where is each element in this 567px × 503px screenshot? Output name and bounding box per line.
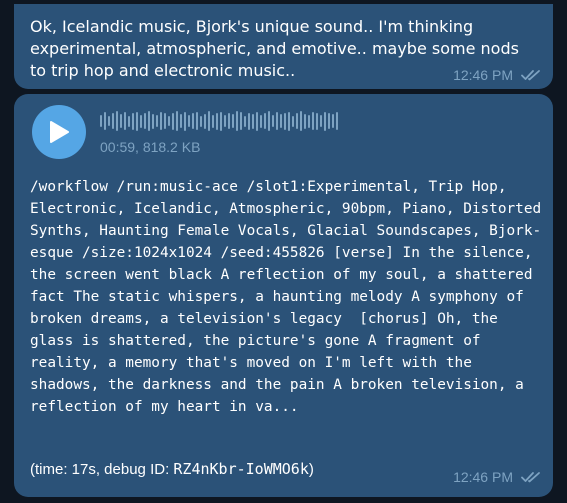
waveform-bar <box>260 114 262 128</box>
waveform-bar <box>176 111 178 131</box>
waveform-bar <box>272 115 274 127</box>
waveform-bar <box>240 112 242 130</box>
double-check-icon <box>521 471 541 483</box>
debug-prefix: (time: 17s, debug ID: <box>30 461 174 478</box>
waveform-bar <box>220 111 222 131</box>
waveform-bar <box>252 113 254 129</box>
waveform-bar <box>200 115 202 127</box>
waveform-bar <box>128 115 130 127</box>
debug-suffix: ) <box>308 461 314 478</box>
waveform-bar <box>332 114 334 128</box>
waveform-bar <box>152 113 154 129</box>
waveform-bar <box>324 111 326 131</box>
message-meta: 12:46 PM <box>453 469 541 485</box>
waveform-bar <box>168 116 170 126</box>
waveform-bar <box>264 113 266 129</box>
waveform-bar <box>312 112 314 130</box>
waveform-bar <box>316 112 318 130</box>
chat-area: Ok, Icelandic music, Bjork's unique soun… <box>0 0 567 503</box>
waveform-bar <box>112 113 114 129</box>
waveform-bar <box>148 111 150 131</box>
waveform-bar <box>108 116 110 126</box>
waveform-bar <box>244 115 246 127</box>
waveform-bar <box>288 111 290 131</box>
waveform-bar <box>204 113 206 129</box>
debug-info: (time: 17s, debug ID: RZ4nKbr-IoWMO6k) <box>30 460 314 478</box>
waveform-bar <box>140 114 142 128</box>
waveform-bar <box>300 111 302 131</box>
waveform-bar <box>276 112 278 130</box>
waveform-bar <box>308 114 310 128</box>
waveform-bar <box>188 115 190 127</box>
waveform-bar <box>104 112 106 130</box>
waveform-bar <box>180 114 182 128</box>
debug-id: RZ4nKbr-IoWMO6k <box>173 460 309 478</box>
waveform-bar <box>132 112 134 130</box>
message-time: 12:46 PM <box>453 67 513 83</box>
waveform-bar <box>208 111 210 131</box>
waveform-bar <box>172 112 174 130</box>
waveform-bar <box>136 111 138 131</box>
outgoing-message[interactable]: Ok, Icelandic music, Bjork's unique soun… <box>14 4 553 89</box>
waveform-bar <box>256 111 258 131</box>
waveform-bar <box>228 113 230 129</box>
waveform-bar <box>144 113 146 129</box>
waveform-bar <box>212 114 214 128</box>
double-check-icon <box>521 69 541 81</box>
voice-waveform[interactable] <box>100 109 338 133</box>
waveform-bar <box>120 114 122 128</box>
waveform-bar <box>292 115 294 127</box>
waveform-bar <box>156 115 158 127</box>
waveform-bar <box>304 113 306 129</box>
waveform-bar <box>236 111 238 131</box>
waveform-bar <box>116 111 118 131</box>
play-icon <box>50 121 69 143</box>
message-time: 12:46 PM <box>453 469 513 485</box>
waveform-bar <box>328 113 330 129</box>
waveform-bar <box>232 114 234 128</box>
waveform-bar <box>248 112 250 130</box>
waveform-bar <box>184 111 186 131</box>
waveform-bar <box>284 112 286 130</box>
waveform-bar <box>160 112 162 130</box>
waveform-bar <box>268 111 270 131</box>
voice-duration: 00:59, 818.2 KB <box>100 139 201 155</box>
waveform-bar <box>100 115 102 127</box>
waveform-bar <box>216 112 218 130</box>
message-meta: 12:46 PM <box>453 67 541 83</box>
voice-info: 00:59, 818.2 KB <box>100 109 338 155</box>
waveform-bar <box>192 113 194 129</box>
waveform-bar <box>164 113 166 129</box>
waveform-bar <box>124 112 126 130</box>
waveform-bar <box>196 112 198 130</box>
waveform-bar <box>336 112 338 130</box>
waveform-bar <box>224 115 226 127</box>
play-button[interactable] <box>32 105 86 159</box>
waveform-bar <box>320 115 322 127</box>
message-text: /workflow /run:music-ace /slot1:Experime… <box>30 179 550 415</box>
voice-message[interactable]: 00:59, 818.2 KB /workflow /run:music-ace… <box>14 94 553 497</box>
voice-player: 00:59, 818.2 KB <box>32 105 338 159</box>
waveform-bar <box>296 113 298 129</box>
waveform-bar <box>280 114 282 128</box>
